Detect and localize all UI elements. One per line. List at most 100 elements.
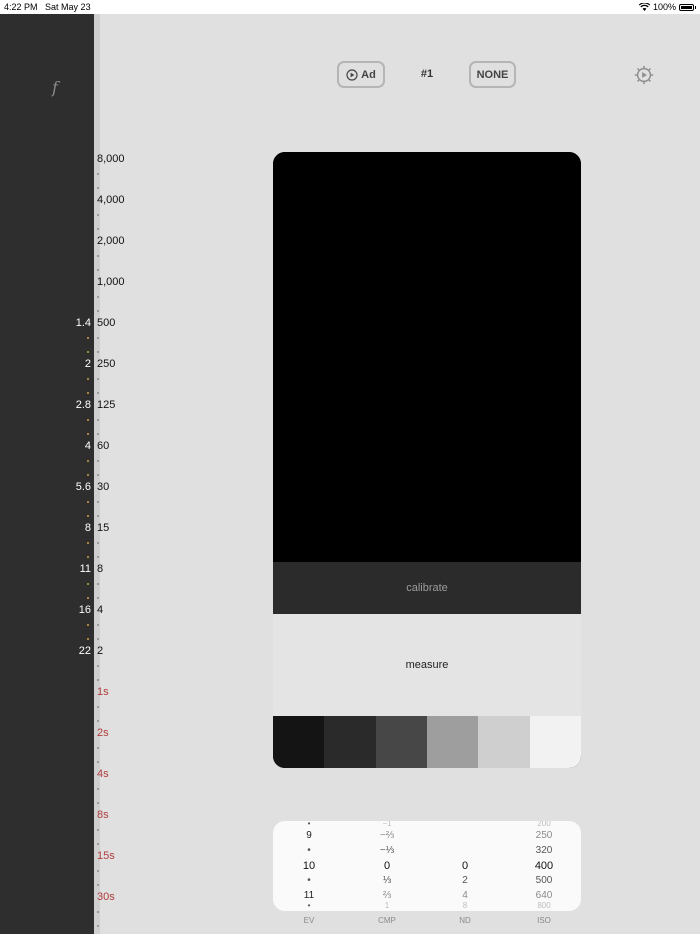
aperture-tick [87,597,89,599]
scale-tick [97,515,99,517]
scale-tick [97,392,99,394]
memory-slot-label[interactable]: #1 [412,68,442,80]
ev-picker-value[interactable]: • [289,901,329,910]
nd-picker-value[interactable]: 8 [445,901,485,910]
iso-picker-value[interactable]: 640 [524,890,564,901]
shutter-speed-label: 4 [97,604,104,616]
zone-swatch[interactable] [529,716,581,768]
shutter-speed-label: 2,000 [97,235,125,247]
aperture-label: 11 [79,563,91,575]
cmp-picker-value[interactable]: −⅓ [367,845,407,856]
scale-tick [97,501,99,503]
aperture-label: 4 [84,440,91,452]
zone-swatch[interactable] [478,716,530,768]
calibrate-button[interactable]: calibrate [273,562,581,614]
scale-tick [97,583,99,585]
camera-viewfinder[interactable] [273,152,581,562]
ev-picker-value[interactable]: 9 [289,830,329,841]
picker-column-label: ISO [537,916,551,925]
iso-picker-value[interactable]: 200 [524,821,564,828]
aperture-tick [87,474,89,476]
scale-tick [97,214,99,216]
shutter-speed-label: 1,000 [97,276,125,288]
iso-picker-value[interactable]: 400 [524,860,564,872]
picker-column-label: EV [303,916,315,925]
scale-tick [97,911,99,913]
battery-icon [679,3,694,11]
scale-tick [97,761,99,763]
nd-picker-value[interactable]: 0 [445,860,485,872]
iso-picker-value[interactable]: 800 [524,901,564,910]
scale-tick [97,665,99,667]
f-stop-icon[interactable]: f [52,78,58,97]
shutter-speed-label: 30 [97,481,110,493]
wifi-icon [638,3,650,11]
ev-picker-value[interactable]: • [289,875,329,886]
aperture-tick [87,433,89,435]
measure-button[interactable]: measure [273,614,581,716]
picker-column-label: ND [459,916,471,925]
scale-tick [97,269,99,271]
shutter-speed-label: 500 [97,317,116,329]
status-bar: 4:22 PM Sat May 23 100% [0,0,700,14]
aperture-tick [87,419,89,421]
ev-picker-value[interactable]: 11 [289,890,329,901]
iso-picker-value[interactable]: 250 [524,830,564,841]
zone-swatch[interactable] [273,716,325,768]
ad-label: Ad [361,68,376,81]
aperture-tick [87,337,89,339]
cmp-picker-value[interactable]: −⅔ [367,830,407,841]
cmp-picker-value[interactable]: 0 [367,860,407,872]
shutter-speed-label: 4,000 [97,194,125,206]
scale-tick [97,720,99,722]
scale-tick [97,788,99,790]
ev-picker-value[interactable]: • [289,845,329,856]
cmp-picker-value[interactable]: −1 [367,821,407,828]
iso-picker-value[interactable]: 500 [524,875,564,886]
shutter-speed-label: 15s [97,850,115,862]
aperture-tick [87,583,89,585]
zone-swatch[interactable] [426,716,479,768]
shutter-speed-label: 250 [97,358,116,370]
shutter-speed-label: 125 [97,399,116,411]
aperture-tick [87,378,89,380]
scale-tick [97,296,99,298]
scale-tick [97,747,99,749]
aperture-label: 2 [84,358,91,370]
scale-tick [97,597,99,599]
status-time: 4:22 PM Sat May 23 [4,2,91,12]
shutter-speed-label: 15 [97,522,110,534]
iso-picker-value[interactable]: 320 [524,845,564,856]
aperture-label: 22 [78,645,91,657]
aperture-sidebar[interactable]: f [0,14,94,934]
settings-gear-icon[interactable] [633,64,655,86]
shutter-speed-label: 30s [97,891,115,903]
zone-swatch[interactable] [375,716,427,768]
ev-picker-value[interactable]: • [289,821,329,828]
ev-picker-value[interactable]: 10 [289,860,329,872]
zone-swatch[interactable] [324,716,376,768]
aperture-label: 16 [78,604,91,616]
play-circle-icon [346,68,358,81]
scale-tick [97,638,99,640]
aperture-label: 1.4 [75,317,91,329]
cmp-picker-value[interactable]: 1 [367,901,407,910]
ad-button[interactable]: Ad [337,61,385,88]
cmp-picker-value[interactable]: ⅓ [367,875,407,886]
shutter-speed-label: 60 [97,440,110,452]
nd-picker-value[interactable]: 2 [445,875,485,886]
scale-tick [97,310,99,312]
aperture-tick [87,638,89,640]
battery-percent: 100% [652,2,676,12]
light-meter-panel: calibrate measure [273,152,581,768]
cmp-picker-value[interactable]: ⅔ [367,890,407,901]
exposure-picker[interactable]: • 9 • 10 • 11 • −1 −⅔ −⅓ 0 ⅓ ⅔ 1 0 2 4 8 200 250 320 400 500 64… [273,821,581,911]
shutter-speed-label: 8,000 [97,153,125,165]
scale-tick [97,337,99,339]
scale-tick [97,474,99,476]
aperture-tick [87,515,89,517]
aperture-tick [87,556,89,558]
nd-picker-value[interactable]: 4 [445,890,485,901]
filter-button[interactable]: NONE [469,61,516,88]
scale-tick [97,706,99,708]
